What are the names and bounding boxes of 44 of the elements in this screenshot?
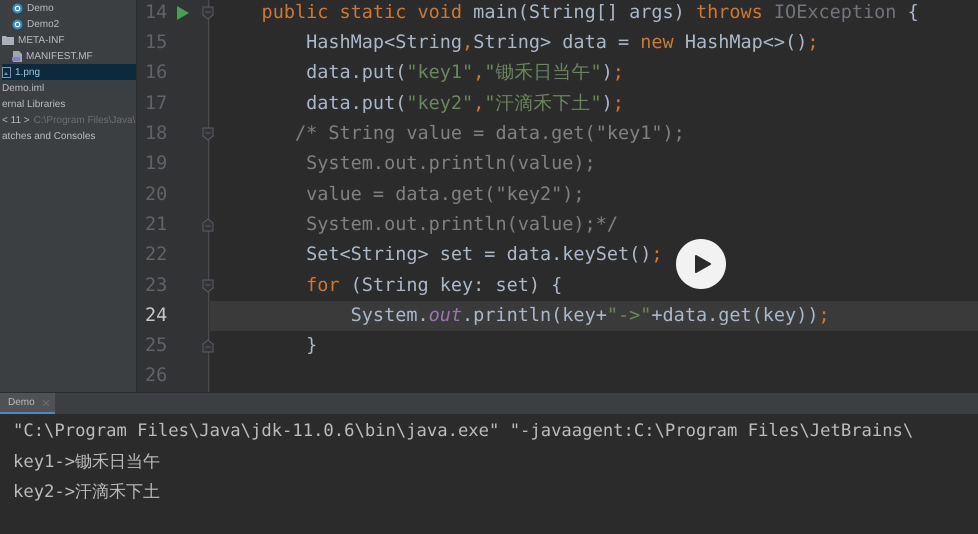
tree-item-label: Demo2 bbox=[27, 18, 60, 32]
close-icon[interactable] bbox=[42, 400, 49, 406]
tree-item-label: ernal Libraries bbox=[2, 98, 66, 112]
tree-item[interactable]: Demo bbox=[2, 0, 136, 16]
console-line: key2->汗滴禾下土 bbox=[13, 481, 160, 504]
tree-item-label: < 11 > bbox=[2, 114, 30, 128]
console-line: "C:\Program Files\Java\jdk-11.0.6\bin\java.exe" "-javaagent:C:\Program Files\JetBrains\ bbox=[13, 420, 914, 444]
code-line: for (String key: set) { bbox=[305, 276, 562, 296]
tree-item-label: META-INF bbox=[18, 34, 64, 48]
tree-item[interactable]: 1.png bbox=[2, 64, 136, 80]
code-line: /* String value = data.get("key1"); bbox=[294, 125, 685, 144]
folder-icon bbox=[2, 35, 14, 45]
code-line: data.put("key1","锄禾日当午"); bbox=[305, 64, 624, 83]
fold-icon[interactable] bbox=[202, 278, 214, 293]
tree-item[interactable]: ernal Libraries bbox=[2, 96, 136, 112]
code-line: Set<String> set = data.keySet(); bbox=[305, 246, 663, 265]
tree-item[interactable]: META-INF bbox=[2, 32, 136, 48]
code-line: } bbox=[305, 337, 318, 356]
class-icon bbox=[12, 2, 23, 14]
run-icon[interactable] bbox=[177, 6, 189, 20]
code-line: HashMap<String,String> data = new HashMap<>(); bbox=[305, 34, 818, 53]
code-line: System.out.println(value); bbox=[305, 155, 596, 174]
tab-label: Demo bbox=[8, 396, 35, 410]
play-icon bbox=[694, 255, 710, 273]
run-tab[interactable]: Demo bbox=[0, 393, 55, 414]
code-line: value = data.get("key2"); bbox=[305, 186, 585, 204]
image-file-icon bbox=[2, 66, 11, 78]
tree-item-label: Demo bbox=[27, 2, 54, 16]
code-line: System.out.println(key+"->"+data.get(key)); bbox=[350, 306, 830, 326]
tree-item-label: Demo.iml bbox=[2, 82, 44, 96]
console-line: key1->锄禾日当午 bbox=[13, 450, 160, 474]
tree-item[interactable]: atches and Consoles bbox=[2, 128, 136, 144]
code-line: public static void main(String[] args) throws IOException { bbox=[260, 4, 919, 22]
tree-item[interactable]: Demo.iml bbox=[2, 80, 136, 96]
code-line: data.put("key2","汗滴禾下土"); bbox=[305, 94, 624, 114]
code-line: System.out.println(value);*/ bbox=[305, 216, 618, 234]
tree-item[interactable]: Demo2 bbox=[2, 16, 136, 32]
tree-item-label: MANIFEST.MF bbox=[26, 50, 93, 64]
class-icon bbox=[12, 18, 23, 30]
tree-item-label: atches and Consoles bbox=[2, 130, 96, 144]
file-icon bbox=[12, 50, 22, 62]
tree-item[interactable]: MANIFEST.MF bbox=[2, 48, 136, 64]
tree-item-label: 1.png bbox=[15, 66, 40, 80]
line-number: 24 bbox=[144, 306, 168, 326]
